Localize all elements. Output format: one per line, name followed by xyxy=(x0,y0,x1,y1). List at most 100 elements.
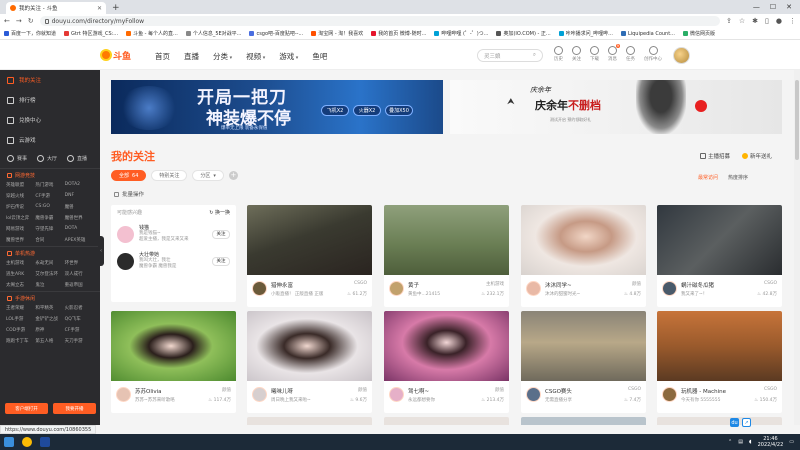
nav-item[interactable]: 视频 ▾ xyxy=(246,51,265,62)
sidebar-category-link[interactable]: 英雄联盟 xyxy=(6,182,35,188)
maximize-icon[interactable]: ☐ xyxy=(770,3,776,11)
history-button[interactable]: 历史 xyxy=(554,46,563,62)
streamer-name[interactable]: CSGO赛头 xyxy=(545,387,572,395)
streamer-name[interactable]: 猎伸永富 xyxy=(271,281,293,289)
sidebar-category-link[interactable]: 太阁立志 xyxy=(6,282,35,288)
sidebar-category-link[interactable]: 原神 xyxy=(35,327,64,333)
stream-thumbnail[interactable] xyxy=(657,205,782,275)
follow-button[interactable]: 关注 xyxy=(212,229,230,239)
sidebar-category-link[interactable]: 和平精英 xyxy=(35,305,64,311)
stream-thumbnail[interactable] xyxy=(111,311,236,381)
bookmark-item[interactable]: csgo吧-百度贴吧--... xyxy=(249,30,303,37)
sidepanel-icon[interactable]: ▯ xyxy=(765,17,769,25)
du-icon[interactable]: du xyxy=(730,418,739,427)
streamer-name[interactable]: 蜗汁磁冬瓜猪 xyxy=(681,281,714,289)
streamer-avatar[interactable] xyxy=(662,281,677,296)
streamer-name[interactable]: 沐沐同学~ xyxy=(545,281,572,289)
stream-card[interactable]: 猎伸永富 CSGO 小贩直播！ 正版直播 正版 ♨ 61.2万 xyxy=(247,205,372,307)
stream-card[interactable]: 驾七啊~ 颜值 永远都想要你 ♨ 213.4万 xyxy=(384,311,509,413)
minimize-icon[interactable]: — xyxy=(753,3,760,11)
sidebar-category-link[interactable]: COD手游 xyxy=(6,327,35,333)
sort-by-heat[interactable]: 热度排序 xyxy=(728,174,748,181)
task-button[interactable]: 任务 xyxy=(626,46,635,62)
sidebar-category-link[interactable]: 环世界 xyxy=(65,260,94,266)
streamer-avatar[interactable] xyxy=(526,387,541,402)
filter-chip[interactable]: 全部 64 xyxy=(111,170,147,181)
sidebar-category-link[interactable]: CF手游 xyxy=(35,193,64,199)
sidebar-item[interactable]: 我的关注 xyxy=(0,70,100,90)
streamer-avatar[interactable] xyxy=(252,387,267,402)
sidebar-section-title[interactable]: 网游竞技 xyxy=(0,168,100,181)
windows-start-icon[interactable] xyxy=(4,437,14,447)
volume-icon[interactable]: ◖ xyxy=(749,439,752,445)
sidebar-category-link[interactable]: 火影忍者 xyxy=(65,305,94,311)
streamer-name[interactable]: 曦味儿呀 xyxy=(271,387,293,395)
stream-card[interactable]: 黄子 主机游戏 黄鱼中...21415 ♨ 232.1万 xyxy=(384,205,509,307)
refresh-button[interactable]: ↻ 换一换 xyxy=(209,209,230,216)
sidebar-category-link[interactable]: QQ飞车 xyxy=(65,316,94,322)
follow-button[interactable]: 关注 xyxy=(212,256,230,266)
stream-card[interactable]: CSGO赛头 CSGO 无需直播分享 ♨ 7.4万 xyxy=(521,311,646,413)
nav-item[interactable]: 首页 xyxy=(155,51,170,62)
filter-chip[interactable]: 特别关注 xyxy=(151,170,188,181)
sidebar-section-title[interactable]: 手游休闲 xyxy=(0,291,100,304)
sidebar-category-link[interactable]: 守望先锋 xyxy=(35,226,64,232)
filter-chip[interactable]: 分区 ▾ xyxy=(192,170,224,181)
share-icon[interactable]: ⇪ xyxy=(726,17,732,25)
streamer-avatar[interactable] xyxy=(389,281,404,296)
network-icon[interactable]: ▤ xyxy=(738,439,743,445)
bookmark-item[interactable]: 哔哩哔哩 (゜-゜)つ... xyxy=(434,30,488,37)
sidebar-category-link[interactable]: 跑跑卡丁车 xyxy=(6,338,35,344)
banner-right[interactable]: 庆余年 庆余年不删档 测试开启 预约领取好礼 ⮝ xyxy=(450,80,782,134)
bookmark-item[interactable]: Liquipedia Count... xyxy=(620,31,675,37)
sidebar-category-link[interactable]: DOTA xyxy=(65,226,94,232)
sidebar-icon-item[interactable]: 直播 xyxy=(67,154,87,162)
sidebar-category-link[interactable]: 金铲铲之战 xyxy=(35,316,64,322)
stream-card-partial[interactable] xyxy=(521,417,646,425)
share-float-icon[interactable]: ↗ xyxy=(742,418,751,427)
sidebar-category-link[interactable]: 热门游戏 xyxy=(35,182,64,188)
douyu-logo[interactable]: 斗鱼 xyxy=(100,48,132,62)
sidebar-category-link[interactable]: 永劫无间 xyxy=(35,260,64,266)
streamer-avatar[interactable] xyxy=(662,387,677,402)
sidebar-category-link[interactable]: 魔兽世界 xyxy=(6,237,35,243)
scrollbar-thumb[interactable] xyxy=(795,80,799,160)
app-taskbar-icon[interactable] xyxy=(40,437,50,447)
sidebar-category-link[interactable]: lol云顶之弈 xyxy=(6,215,35,221)
stream-thumbnail[interactable] xyxy=(521,311,646,381)
bookmark-item[interactable]: 淘宝网 - 淘！我喜欢 xyxy=(311,30,363,37)
close-tab-icon[interactable]: ✕ xyxy=(97,5,102,12)
browser-tab[interactable]: 我的关注 - 斗鱼 ✕ xyxy=(6,2,106,14)
anchor-recruit-link[interactable]: 主播招募 xyxy=(700,152,730,160)
forward-icon[interactable]: → xyxy=(16,17,22,25)
sidebar-category-link[interactable]: 魔兽争霸 xyxy=(35,215,64,221)
banner-left[interactable]: 开局一把刀 神装爆不停 飞机X2 火器X2 叠加X50 爆率无上限 装备永保值 xyxy=(111,80,443,134)
back-icon[interactable]: ← xyxy=(4,17,10,25)
sidebar-category-link[interactable]: 王者荣耀 xyxy=(6,305,35,311)
follow-button[interactable]: 关注 xyxy=(572,46,581,62)
recommend-item[interactable]: 大壮带她 我叫大壮，我壮 魔兽争霸 魔兽我是 关注 xyxy=(117,252,230,270)
streamer-avatar[interactable] xyxy=(526,281,541,296)
sort-most-visited[interactable]: 最常访问 xyxy=(698,174,718,181)
sidebar-category-link[interactable]: 艾尔登法环 xyxy=(35,271,64,277)
stream-card[interactable]: 沐沐同学~ 颜值 沐沐的甜蜜时光~ ♨ 4.8万 xyxy=(521,205,646,307)
clock[interactable]: 21:46 2022/4/22 xyxy=(758,436,784,448)
sidebar-category-link[interactable]: CS:GO xyxy=(35,204,64,210)
sidebar-category-link[interactable]: 天刀手游 xyxy=(65,338,94,344)
stream-card[interactable]: 苏苏Olivia 颜值 苏苏~苏苏来听歌咯 ♨ 117.4万 xyxy=(111,311,236,413)
new-tab-icon[interactable]: + xyxy=(112,2,120,14)
stream-thumbnail[interactable] xyxy=(521,205,646,275)
nav-item[interactable]: 鱼吧 xyxy=(312,51,327,62)
page-scrollbar[interactable] xyxy=(794,70,800,425)
stream-card[interactable]: 玩机器 - Machine CSGO 今天有你 5555555 ♨ 150.4万 xyxy=(657,311,782,413)
sidebar-category-link[interactable]: 合同 xyxy=(35,237,64,243)
new-year-gift-link[interactable]: 新年送礼 xyxy=(742,152,772,160)
sidebar-section-title[interactable]: 单机热游 xyxy=(0,246,100,259)
sidebar-item[interactable]: 云游戏 xyxy=(0,130,100,150)
play-icon[interactable] xyxy=(695,100,707,112)
stream-card-partial[interactable] xyxy=(657,417,782,425)
sidebar-category-link[interactable]: 网易游戏 xyxy=(6,226,35,232)
sidebar-category-link[interactable]: 第五人格 xyxy=(35,338,64,344)
user-avatar[interactable] xyxy=(673,47,690,64)
sidebar-item[interactable]: 排行榜 xyxy=(0,90,100,110)
